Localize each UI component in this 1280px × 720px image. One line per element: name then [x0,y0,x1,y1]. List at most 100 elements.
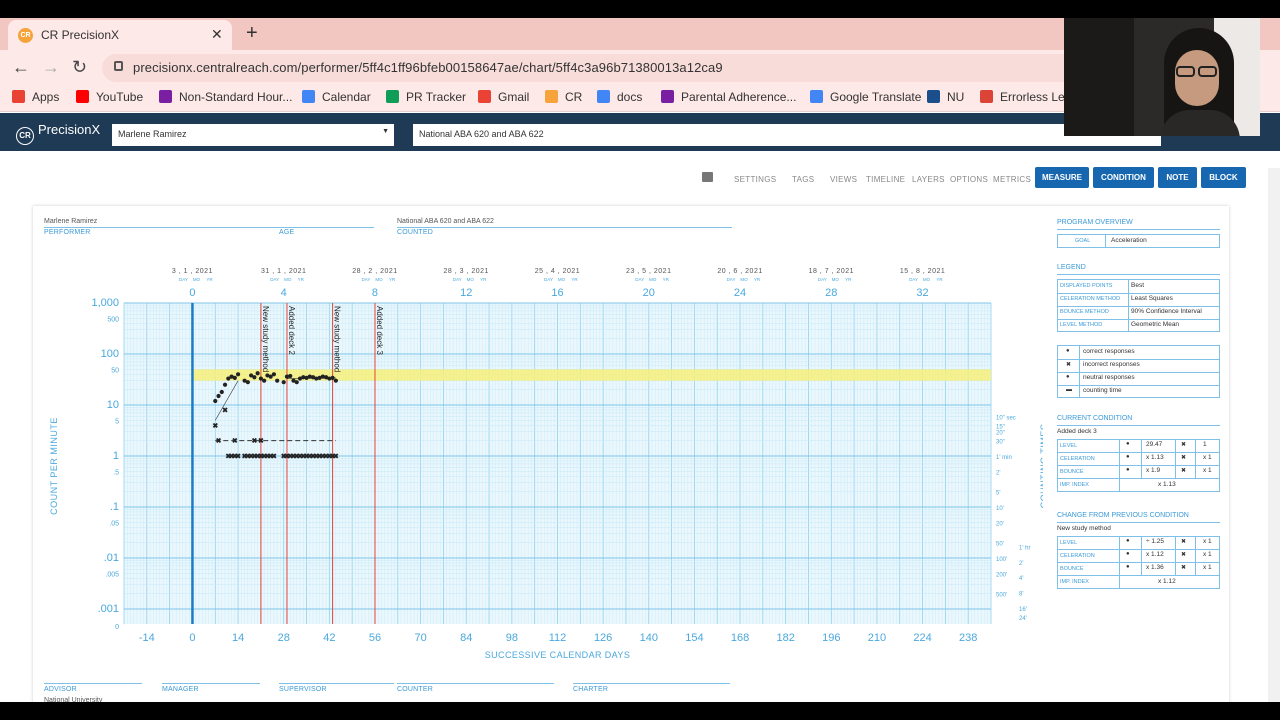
date-sub-label: DAY [270,277,279,282]
active-tab[interactable]: CR CR PrecisionX ✕ [8,20,232,50]
celeration-chart[interactable]: 1,000 500 100 50 10 5 1 .5 .1 .05 .01 .005 .001 0 COUN… [33,236,1043,666]
note-button[interactable]: NOTE [1158,167,1197,188]
measure-button[interactable]: MEASURE [1035,167,1089,188]
condition-button[interactable]: CONDITION [1093,167,1154,188]
series-name: correct responses [1083,348,1135,355]
date-sub-label: MO [649,277,657,282]
tool-layers[interactable]: LAYERS [912,175,945,184]
date-label: 28 , 2 , 2021 [352,268,397,275]
close-tab-icon[interactable]: ✕ [211,26,223,43]
address-bar[interactable]: precisionx.centralreach.com/performer/5f… [102,54,1202,82]
phase-label: Added deck 3 [375,306,384,355]
correct-point [275,378,280,383]
y-tick-label: 500 [107,316,119,323]
current-condition-name: Added deck 3 [1057,428,1097,435]
series-symbol-icon: ● [1066,374,1070,380]
url-text[interactable]: precisionx.centralreach.com/performer/5f… [133,60,723,75]
bookmark-7[interactable]: docs [597,90,642,108]
change-condition-row-key: LEVEL [1060,540,1078,546]
x-tick-label: -14 [139,632,155,644]
correct-point [219,389,224,395]
counting-time-label: 500' [996,593,1007,599]
bookmark-icon [980,90,993,103]
tool-tags[interactable]: TAGS [792,175,814,184]
bookmark-11[interactable]: Errorless Lea [980,90,1071,108]
chart-select[interactable]: National ABA 620 and ABA 622 [413,124,1161,146]
y-tick-label: .05 [109,520,119,527]
new-tab-icon[interactable]: + [246,22,258,45]
chart-select-value: National ABA 620 and ABA 622 [419,129,544,139]
y-tick-label: 0 [115,624,119,631]
cr-logo-badge: CR [16,127,34,145]
week-tick-label: 28 [825,287,837,299]
counting-time-label: 2' [996,470,1000,476]
date-label: 25 , 4 , 2021 [535,268,580,275]
date-label: 3 , 1 , 2021 [172,268,213,275]
tool-metrics[interactable]: METRICS [993,175,1031,184]
tool-options[interactable]: OPTIONS [950,175,988,184]
x-tick-label: 56 [369,632,381,644]
bookmark-label: Gmail [498,90,530,104]
change-condition-row-key: CELERATION [1060,553,1095,559]
x-tick-label: 126 [594,632,612,644]
date-sub-label: YR [754,277,761,282]
incorrect-point: ✖ [271,453,277,461]
current-condition-imp-value: x 1.13 [1158,481,1176,488]
correct-point [255,371,260,376]
bookmark-9[interactable]: Google Translate [810,90,921,108]
organization-value: National University [44,697,103,702]
bookmark-3[interactable]: Calendar [302,90,371,108]
change-condition-row-key: BOUNCE [1060,566,1084,572]
week-tick-label: 4 [281,287,287,299]
bookmark-label: Google Translate [830,90,922,104]
performer-label: PERFORMER [44,229,91,236]
bookmark-2[interactable]: Non-Standard Hour... [159,90,292,108]
bookmark-icon [661,90,674,103]
incorrect-point: ✖ [251,437,257,445]
scrollbar[interactable] [1268,168,1280,702]
date-label: 15 , 8 , 2021 [900,268,945,275]
bookmark-0[interactable]: Apps [12,90,59,108]
change-condition-incorrect-value: x 1 [1203,551,1212,558]
y-tick-label: 10 [107,399,119,411]
bookmark-10[interactable]: NU [927,90,964,108]
bookmark-1[interactable]: YouTube [76,90,143,108]
counted-value: National ABA 620 and ABA 622 [397,218,494,225]
bookmark-icon [159,90,172,103]
performer-select[interactable]: Marlene Ramirez ▼ [112,124,394,146]
tool-views[interactable]: VIEWS [830,175,857,184]
back-icon[interactable]: ← [12,57,30,78]
bookmark-icon [386,90,399,103]
change-condition-name: New study method [1057,525,1111,532]
performer-value: Marlene Ramirez [44,218,98,225]
program-overview-title: PROGRAM OVERVIEW [1057,219,1133,226]
bookmark-5[interactable]: Gmail [478,90,529,108]
bookmark-icon [478,90,491,103]
week-tick-label: 0 [189,287,195,299]
bookmark-4[interactable]: PR Tracker [386,90,466,108]
date-sub-label: DAY [453,277,462,282]
date-sub-label: MO [284,277,292,282]
tool-timeline[interactable]: TIMELINE [866,175,905,184]
date-sub-label: YR [480,277,487,282]
block-button[interactable]: BLOCK [1201,167,1246,188]
date-label: 31 , 1 , 2021 [261,268,306,275]
correct-point [262,378,267,383]
advisor-label: ADVISOR [44,686,77,693]
print-icon[interactable] [702,172,713,182]
bookmark-label: Apps [32,90,60,104]
reload-icon[interactable]: ↻ [72,57,87,78]
current-condition-correct-value: 29.47 [1146,441,1163,448]
date-sub-label: MO [375,277,383,282]
correct-symbol-icon: ● [1126,538,1130,544]
series-symbol-icon: ✖ [1066,362,1072,368]
y-tick-label: .001 [98,603,119,615]
series-name: neutral responses [1083,374,1135,381]
tool-settings[interactable]: SETTINGS [734,175,776,184]
date-sub-label: MO [558,277,566,282]
legend-value: 90% Confidence Interval [1131,308,1202,315]
bookmark-6[interactable]: CR [545,90,582,108]
date-sub-label: DAY [635,277,644,282]
forward-icon[interactable]: → [42,57,60,78]
bookmark-8[interactable]: Parental Adherence... [661,90,796,108]
